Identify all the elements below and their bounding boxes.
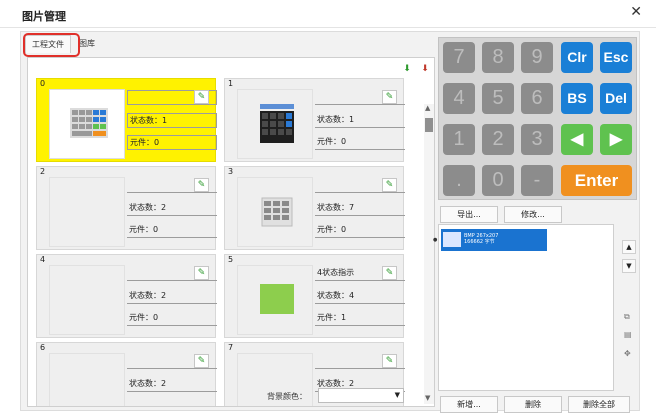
preview-key-9: 9 bbox=[521, 42, 553, 73]
preview-key-5: 5 bbox=[482, 83, 514, 114]
green-square-thumbnail-icon bbox=[260, 284, 294, 314]
pencil-icon[interactable]: ✎ bbox=[382, 178, 397, 192]
pencil-icon[interactable]: ✎ bbox=[382, 354, 397, 368]
scroll-thumb[interactable] bbox=[425, 118, 433, 132]
preview-key-minus: - bbox=[521, 165, 553, 196]
image-cell-4[interactable]: 4 状态数：2 元件：0 ✎ bbox=[36, 254, 217, 338]
import-icon[interactable]: ⬇ bbox=[400, 62, 414, 76]
element-count: 元件：0 bbox=[127, 135, 217, 150]
state-count: 状态数：2 bbox=[127, 377, 217, 392]
image-cell-2[interactable]: 2 状态数：2 元件：0 ✎ bbox=[36, 166, 217, 250]
settings-icon[interactable]: ✥ bbox=[624, 349, 631, 358]
preview-key-dot: . bbox=[443, 165, 475, 196]
preview-key-7: 7 bbox=[443, 42, 475, 73]
image-cell-0[interactable]: 0 状态数：1 元件：0 ✎ bbox=[36, 78, 217, 162]
pencil-icon[interactable]: ✎ bbox=[194, 178, 209, 192]
cell-number: 7 bbox=[228, 343, 234, 352]
cell-number: 1 bbox=[228, 79, 234, 88]
preview-key-left-arrow: ◀ bbox=[561, 124, 593, 155]
pencil-icon[interactable]: ✎ bbox=[194, 354, 209, 368]
pencil-icon[interactable]: ✎ bbox=[194, 266, 209, 280]
preview-key-1: 1 bbox=[443, 124, 475, 155]
element-count: 元件：1 bbox=[315, 311, 405, 326]
cell-number: 0 bbox=[40, 79, 46, 88]
scroll-down-icon[interactable]: ▼ bbox=[425, 394, 430, 402]
close-icon[interactable]: ✕ bbox=[630, 4, 642, 20]
cell-number: 3 bbox=[228, 167, 234, 176]
modify-button[interactable]: 修改... bbox=[504, 206, 562, 223]
export-button[interactable]: 导出... bbox=[440, 206, 498, 223]
element-count: 元件：0 bbox=[315, 223, 405, 238]
element-count: 元件：0 bbox=[127, 311, 217, 326]
image-grid-panel: ⬇ ⬇ 0 状态数：1 元件：0 ✎ 1 状态数：1 元件：0 ✎ 2 状态数：… bbox=[27, 57, 435, 407]
image-list: ● BMP 267x207 166662 字节 bbox=[433, 224, 614, 391]
bg-color-select[interactable]: ▼ bbox=[318, 388, 404, 403]
cell-thumbnail bbox=[49, 89, 125, 159]
cell-number: 6 bbox=[40, 343, 46, 352]
cell-thumbnail bbox=[49, 265, 125, 335]
cell-thumbnail bbox=[237, 265, 313, 335]
cell-number: 5 bbox=[228, 255, 234, 264]
chevron-down-icon: ▼ bbox=[394, 391, 400, 399]
image-cell-3[interactable]: 3 状态数：7 元件：0 ✎ bbox=[224, 166, 405, 250]
preview-key-4: 4 bbox=[443, 83, 475, 114]
export-icon[interactable]: ⬇ bbox=[418, 62, 432, 76]
title-bar: 图片管理 ✕ bbox=[0, 0, 656, 28]
dark-keypad-thumbnail-icon bbox=[260, 104, 294, 143]
move-down-icon[interactable]: ▼ bbox=[622, 259, 636, 273]
bg-color-label: 背景颜色： bbox=[267, 392, 307, 401]
scroll-up-icon[interactable]: ▲ bbox=[425, 104, 430, 112]
preview-key-bs: BS bbox=[561, 83, 593, 114]
preview-key-clr: Clr bbox=[561, 42, 593, 73]
image-cell-6[interactable]: 6 状态数：2 ✎ bbox=[36, 342, 217, 406]
add-button[interactable]: 新增... bbox=[440, 396, 498, 413]
window-title: 图片管理 bbox=[22, 10, 66, 23]
cell-thumbnail bbox=[49, 177, 125, 247]
preview-key-del: Del bbox=[600, 83, 632, 114]
preview-key-3: 3 bbox=[521, 124, 553, 155]
state-count: 状态数：7 bbox=[315, 201, 405, 216]
state-count: 状态数：2 bbox=[127, 289, 217, 304]
cell-thumbnail bbox=[237, 177, 313, 247]
element-count: 元件：0 bbox=[127, 223, 217, 238]
pencil-icon[interactable]: ✎ bbox=[382, 90, 397, 104]
tab-library[interactable]: 图库 bbox=[73, 35, 101, 53]
image-preview: 7 8 9 Clr Esc 4 5 6 BS Del 1 2 3 ◀ ▶ . 0… bbox=[438, 37, 637, 200]
element-count: 元件：0 bbox=[315, 135, 405, 150]
preview-key-8: 8 bbox=[482, 42, 514, 73]
state-count: 状态数：4 bbox=[315, 289, 405, 304]
keypad-thumbnail-icon bbox=[70, 108, 108, 138]
tab-project-files[interactable]: 工程文件 bbox=[25, 35, 71, 53]
delete-button[interactable]: 删除 bbox=[504, 396, 562, 413]
preview-key-right-arrow: ▶ bbox=[600, 124, 632, 155]
cell-thumbnail bbox=[237, 89, 313, 159]
state-count: 状态数：2 bbox=[127, 201, 217, 216]
preview-key-enter: Enter bbox=[561, 165, 632, 196]
pencil-icon[interactable]: ✎ bbox=[194, 90, 209, 104]
move-up-icon[interactable]: ▲ bbox=[622, 240, 636, 254]
list-bullet-icon: ● bbox=[433, 237, 438, 243]
paste-icon[interactable]: ▤ bbox=[624, 330, 632, 339]
grid-scrollbar[interactable]: ▲ ▼ bbox=[424, 104, 434, 404]
preview-key-6: 6 bbox=[521, 83, 553, 114]
image-cell-1[interactable]: 1 状态数：1 元件：0 ✎ bbox=[224, 78, 405, 162]
state-count: 状态数：1 bbox=[127, 113, 217, 128]
list-item[interactable]: ● BMP 267x207 166662 字节 bbox=[433, 229, 547, 251]
preview-key-esc: Esc bbox=[600, 42, 632, 73]
state-count: 状态数：1 bbox=[315, 113, 405, 128]
image-cell-5[interactable]: 5 4状态指示 状态数：4 元件：1 ✎ bbox=[224, 254, 405, 338]
delete-all-button[interactable]: 删除全部 bbox=[568, 396, 630, 413]
image-thumbnail-icon bbox=[443, 232, 461, 247]
preview-key-0: 0 bbox=[482, 165, 514, 196]
preview-key-2: 2 bbox=[482, 124, 514, 155]
pencil-icon[interactable]: ✎ bbox=[382, 266, 397, 280]
list-item-size: 166662 字节 bbox=[464, 239, 495, 245]
cell-thumbnail bbox=[49, 353, 125, 406]
cell-number: 2 bbox=[40, 167, 46, 176]
cell-number: 4 bbox=[40, 255, 46, 264]
grey-keypad-thumbnail-icon bbox=[261, 197, 293, 227]
copy-icon[interactable]: ⧉ bbox=[624, 312, 630, 322]
